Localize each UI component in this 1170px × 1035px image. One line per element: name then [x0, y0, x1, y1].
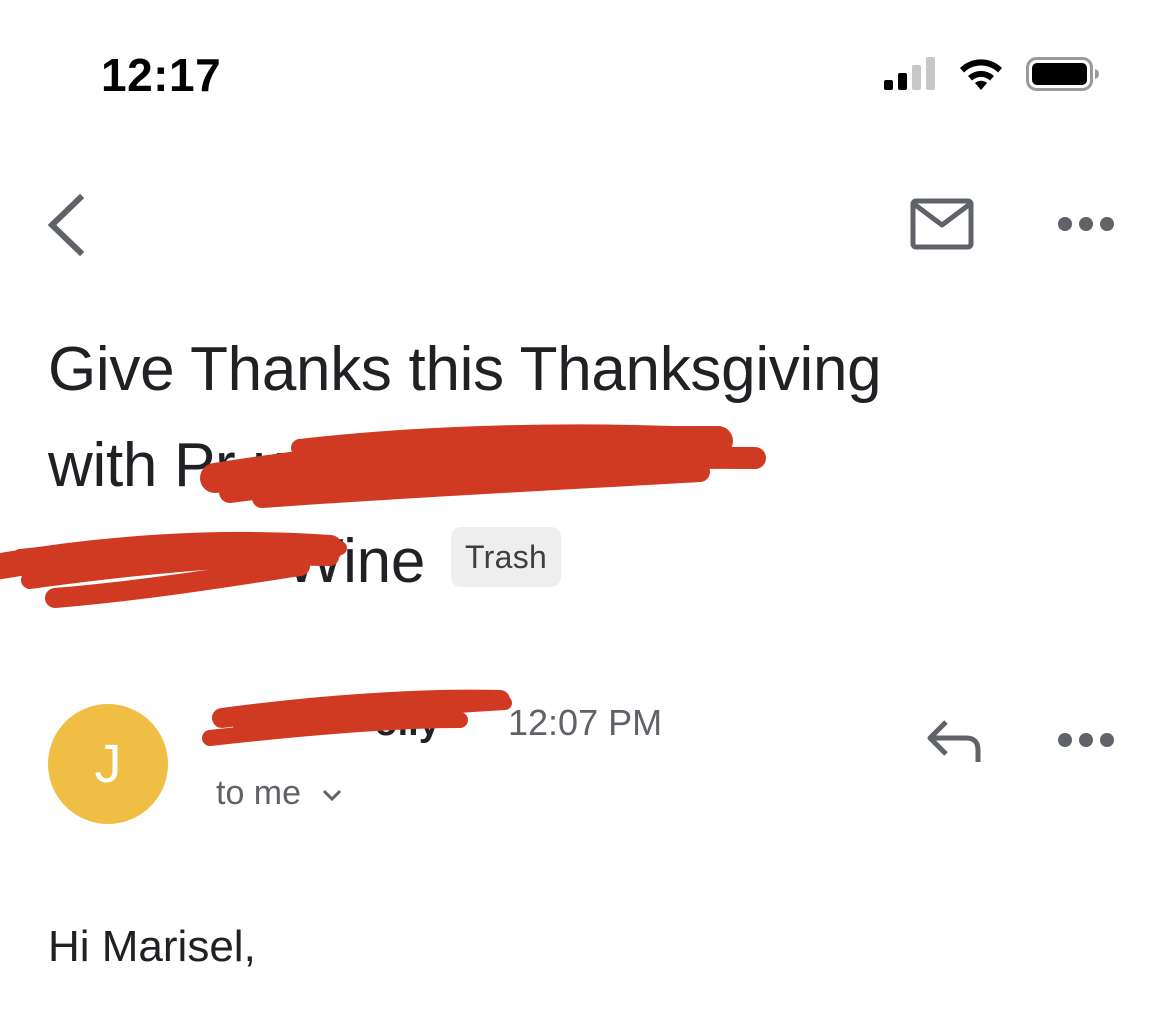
trash-label-badge[interactable]: Trash — [451, 527, 562, 587]
reply-arrow-icon — [927, 720, 981, 762]
more-options-button[interactable] — [1055, 206, 1117, 242]
sender-name: olly — [216, 702, 440, 744]
message-more-options-button[interactable] — [1055, 722, 1117, 758]
subject-line-2: with Pr ustralian — [48, 431, 484, 500]
sent-time: 12:07 PM — [508, 702, 663, 743]
recipient-label: to me — [216, 774, 302, 812]
status-icons — [884, 56, 1114, 92]
sender-avatar[interactable]: J — [48, 704, 168, 824]
more-horizontal-icon — [1058, 733, 1114, 747]
chevron-down-icon — [322, 789, 341, 802]
mark-unread-button[interactable] — [908, 196, 976, 254]
chevron-left-icon — [47, 193, 85, 257]
email-body-greeting: Hi Marisel, — [48, 922, 256, 971]
recipient-toggle[interactable]: to me — [216, 774, 343, 813]
reply-button[interactable] — [920, 714, 990, 770]
subject-line-3-text: Wine — [48, 527, 426, 596]
email-subject: Give Thanks this Thanksgiving with Pr us… — [48, 322, 1128, 610]
subject-line-1: Give Thanks this Thanksgiving — [48, 335, 882, 404]
cellular-signal-icon — [884, 57, 935, 90]
back-button[interactable] — [40, 190, 96, 260]
more-horizontal-icon — [1058, 217, 1114, 231]
envelope-icon — [910, 198, 974, 250]
subject-line-3: Wine Trash — [48, 514, 1128, 610]
wifi-icon — [960, 59, 1002, 90]
battery-icon — [1026, 57, 1099, 91]
status-time: 12:17 — [101, 49, 222, 101]
